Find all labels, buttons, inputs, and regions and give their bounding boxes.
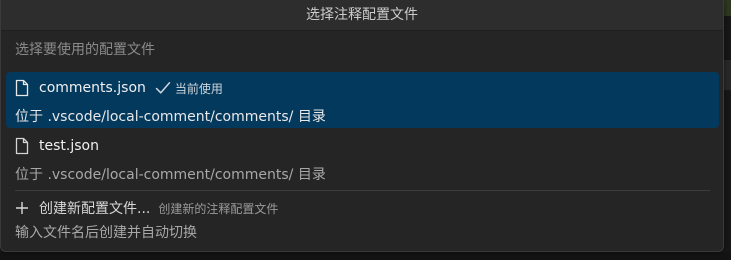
create-config-item[interactable]: 创建新配置文件... 创建新的注释配置文件 输入文件名后创建并自动切换: [6, 192, 719, 248]
list-item-description: 位于 .vscode/local-comment/comments/ 目录: [15, 167, 326, 183]
create-config-detail: 创建新的注释配置文件: [158, 201, 279, 216]
file-icon: [15, 79, 29, 97]
quick-pick-title: 选择注释配置文件: [1, 0, 723, 31]
list-item-header: comments.json 当前使用: [15, 78, 223, 98]
create-config-description: 输入文件名后创建并自动切换: [15, 225, 197, 241]
list-item-comments-json[interactable]: comments.json 当前使用 位于 .vscode/local-comm…: [6, 72, 719, 128]
list-item-description: 位于 .vscode/local-comment/comments/ 目录: [15, 109, 326, 125]
background-editor-strip: [724, 16, 731, 260]
current-use-badge: 当前使用: [174, 81, 223, 96]
background-editor-bottom: [0, 252, 731, 260]
quick-pick-dialog: 选择注释配置文件 选择要使用的配置文件 comments.json 当前使用 位…: [0, 0, 724, 252]
quick-pick-input[interactable]: 选择要使用的配置文件: [6, 35, 719, 65]
list-item-label: test.json: [39, 138, 99, 154]
list-item-header: test.json: [15, 136, 99, 156]
list-item-test-json[interactable]: test.json 位于 .vscode/local-comment/comme…: [6, 130, 719, 186]
check-icon: [155, 82, 171, 94]
plus-icon: [16, 202, 28, 214]
file-icon: [15, 137, 29, 155]
create-config-label: 创建新配置文件...: [39, 201, 151, 217]
list-item-header: 创建新配置文件... 创建新的注释配置文件: [15, 198, 278, 218]
list-item-label: comments.json: [39, 80, 146, 96]
background-panel-peek: [724, 60, 731, 90]
list-separator: [15, 190, 710, 191]
